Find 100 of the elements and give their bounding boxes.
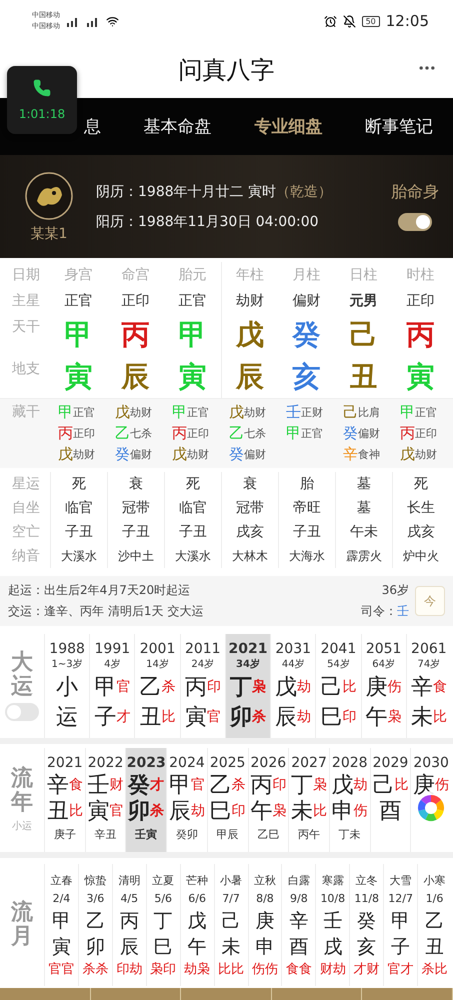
minor-luck-text: 丙午 bbox=[298, 827, 320, 843]
table-cell-text: 正官 bbox=[178, 292, 208, 311]
year-text: 2024 bbox=[169, 754, 205, 772]
profile-name: 某某1 bbox=[30, 224, 68, 242]
table-cell-text: 元男 bbox=[348, 292, 378, 311]
call-overlay[interactable]: 1:01:18 bbox=[7, 66, 77, 134]
stem-character: 戊 bbox=[275, 674, 298, 702]
branch-character: 午 bbox=[188, 935, 207, 960]
god-text: 官 bbox=[190, 776, 205, 794]
god-text: 比 bbox=[162, 708, 176, 726]
row-label: 地支 bbox=[11, 360, 41, 379]
solar-term: 大雪 bbox=[390, 873, 412, 889]
month-column[interactable]: 清明 4/5 丙 辰 印劫 bbox=[112, 864, 146, 986]
god-text: 杀 bbox=[252, 708, 266, 726]
solar-term: 小寒 bbox=[424, 873, 446, 889]
solar-date: 阳历：1988年11月30日 04:00:00 bbox=[96, 212, 319, 230]
age-text: 36岁 bbox=[382, 582, 409, 599]
god-text: 伤 bbox=[435, 776, 450, 794]
hidden-stem: 戊劫财 bbox=[58, 445, 96, 464]
table-cell: 霹雳火 bbox=[335, 544, 392, 568]
branch-character: 卯 bbox=[128, 798, 150, 826]
god-text: 杀 bbox=[162, 678, 176, 696]
table-cell-text: 时柱 bbox=[406, 266, 436, 285]
solar-term: 立夏 bbox=[152, 873, 174, 889]
month-column[interactable]: 白露 9/8 辛 酉 食食 bbox=[281, 864, 316, 986]
tab[interactable]: 专业细盘 bbox=[254, 115, 322, 138]
row-label: 日期 bbox=[11, 266, 41, 285]
stem-character: 甲 bbox=[168, 772, 191, 800]
month-column[interactable]: 立春 2/4 甲 寅 官官 bbox=[44, 864, 78, 986]
stem-character: 庚 bbox=[366, 674, 388, 702]
toggle-switch[interactable] bbox=[5, 703, 39, 722]
solar-term: 小暑 bbox=[220, 873, 242, 889]
stem-character: 丙 bbox=[120, 909, 139, 934]
age-text: 34岁 bbox=[236, 658, 260, 672]
god-text: 枭 bbox=[272, 802, 286, 820]
hidden-stem: 丙正印 bbox=[400, 424, 438, 443]
section-sublabel: 小运 bbox=[12, 820, 32, 834]
table-cell: 冠带 bbox=[221, 496, 278, 520]
luck-column[interactable]: 1988 1~3岁 小 运 bbox=[44, 634, 90, 738]
branch-character: 子 bbox=[94, 704, 116, 732]
stem-character: 丁 bbox=[291, 772, 314, 800]
god-text: 伤 bbox=[354, 802, 368, 820]
row-label: 空亡 bbox=[11, 523, 41, 542]
date-text: 10/8 bbox=[320, 891, 346, 907]
month-column[interactable]: 立冬 11/8 癸 亥 才财 bbox=[349, 864, 384, 986]
branch-character: 酉 bbox=[289, 935, 308, 960]
branch-character: 巳 bbox=[154, 935, 173, 960]
god-text: 比 bbox=[394, 776, 408, 794]
age-text: 24岁 bbox=[191, 658, 214, 672]
month-column[interactable]: 立夏 5/6 丁 巳 枭印 bbox=[146, 864, 180, 986]
toggle-label: 胎命身 bbox=[391, 182, 439, 203]
solar-term: 白露 bbox=[288, 873, 310, 889]
god-text: 劫 bbox=[297, 678, 312, 696]
pillar-character: 癸 bbox=[291, 317, 322, 353]
tab[interactable]: 基本命盘 bbox=[144, 115, 212, 138]
tab[interactable]: 断事笔记 bbox=[364, 115, 433, 138]
stem-character: 戊 bbox=[332, 772, 354, 800]
alarm-icon bbox=[324, 14, 337, 28]
month-column[interactable]: 立秋 8/8 庚 申 伤伤 bbox=[248, 864, 282, 986]
month-column[interactable]: 小暑 7/7 己 未 比比 bbox=[214, 864, 248, 986]
god-text: 劫 bbox=[354, 776, 368, 794]
field-label: 司令： bbox=[361, 603, 397, 620]
god-text: 官才 bbox=[388, 961, 414, 978]
god-text: 杀比 bbox=[422, 961, 448, 978]
god-text: 食食 bbox=[286, 961, 312, 978]
date-text: 8/8 bbox=[256, 891, 274, 907]
branch-character: 丑 bbox=[46, 798, 69, 826]
month-column[interactable]: 芒种 6/6 戊 午 劫枭 bbox=[180, 864, 214, 986]
god-text: 印 bbox=[342, 708, 356, 726]
table-cell-text: 正官 bbox=[64, 292, 94, 311]
god-text: 杀 bbox=[150, 802, 164, 820]
year-text: 1991 bbox=[94, 640, 130, 658]
branch-character: 辰 bbox=[275, 704, 298, 732]
hidden-stem: 甲 正官 bbox=[400, 403, 438, 422]
hidden-stem: 戊劫财 bbox=[229, 403, 267, 422]
solar-term: 芒种 bbox=[186, 873, 208, 889]
date-text: 6/6 bbox=[188, 891, 206, 907]
row-label: 主星 bbox=[11, 292, 41, 311]
date-text: 2/4 bbox=[52, 891, 70, 907]
lunar-date: 阴历：1988年十月廿二 寅时 bbox=[96, 182, 276, 200]
pillar-character: 己 bbox=[348, 317, 378, 353]
branch-character: 酉 bbox=[379, 798, 402, 826]
table-cell-text: 正印 bbox=[120, 292, 150, 311]
pillar-character: 丙 bbox=[406, 317, 436, 353]
month-column[interactable]: 惊蛰 3/6 乙 卯 杀杀 bbox=[78, 864, 112, 986]
branch-character: 亥 bbox=[357, 935, 376, 960]
branch-character: 丑 bbox=[425, 935, 444, 960]
table-cell-text: 偏财 bbox=[292, 292, 322, 311]
god-text: 杀 bbox=[232, 776, 246, 794]
age-text: 64岁 bbox=[372, 658, 396, 672]
pillar-character: 寅 bbox=[406, 359, 436, 395]
god-text: 劫 bbox=[190, 802, 205, 820]
gender-text: （乾造） bbox=[276, 182, 332, 200]
month-column[interactable]: 大雪 12/7 甲 子 官才 bbox=[383, 864, 418, 986]
month-column[interactable]: 小寒 1/6 乙 丑 杀比 bbox=[417, 864, 451, 986]
tab[interactable]: 息 bbox=[84, 115, 101, 138]
year-text: 2027 bbox=[291, 754, 327, 772]
month-column[interactable]: 寒露 10/8 壬 戌 财劫 bbox=[315, 864, 350, 986]
toggle-switch[interactable] bbox=[398, 213, 432, 231]
stem-character: 己 bbox=[320, 674, 342, 702]
